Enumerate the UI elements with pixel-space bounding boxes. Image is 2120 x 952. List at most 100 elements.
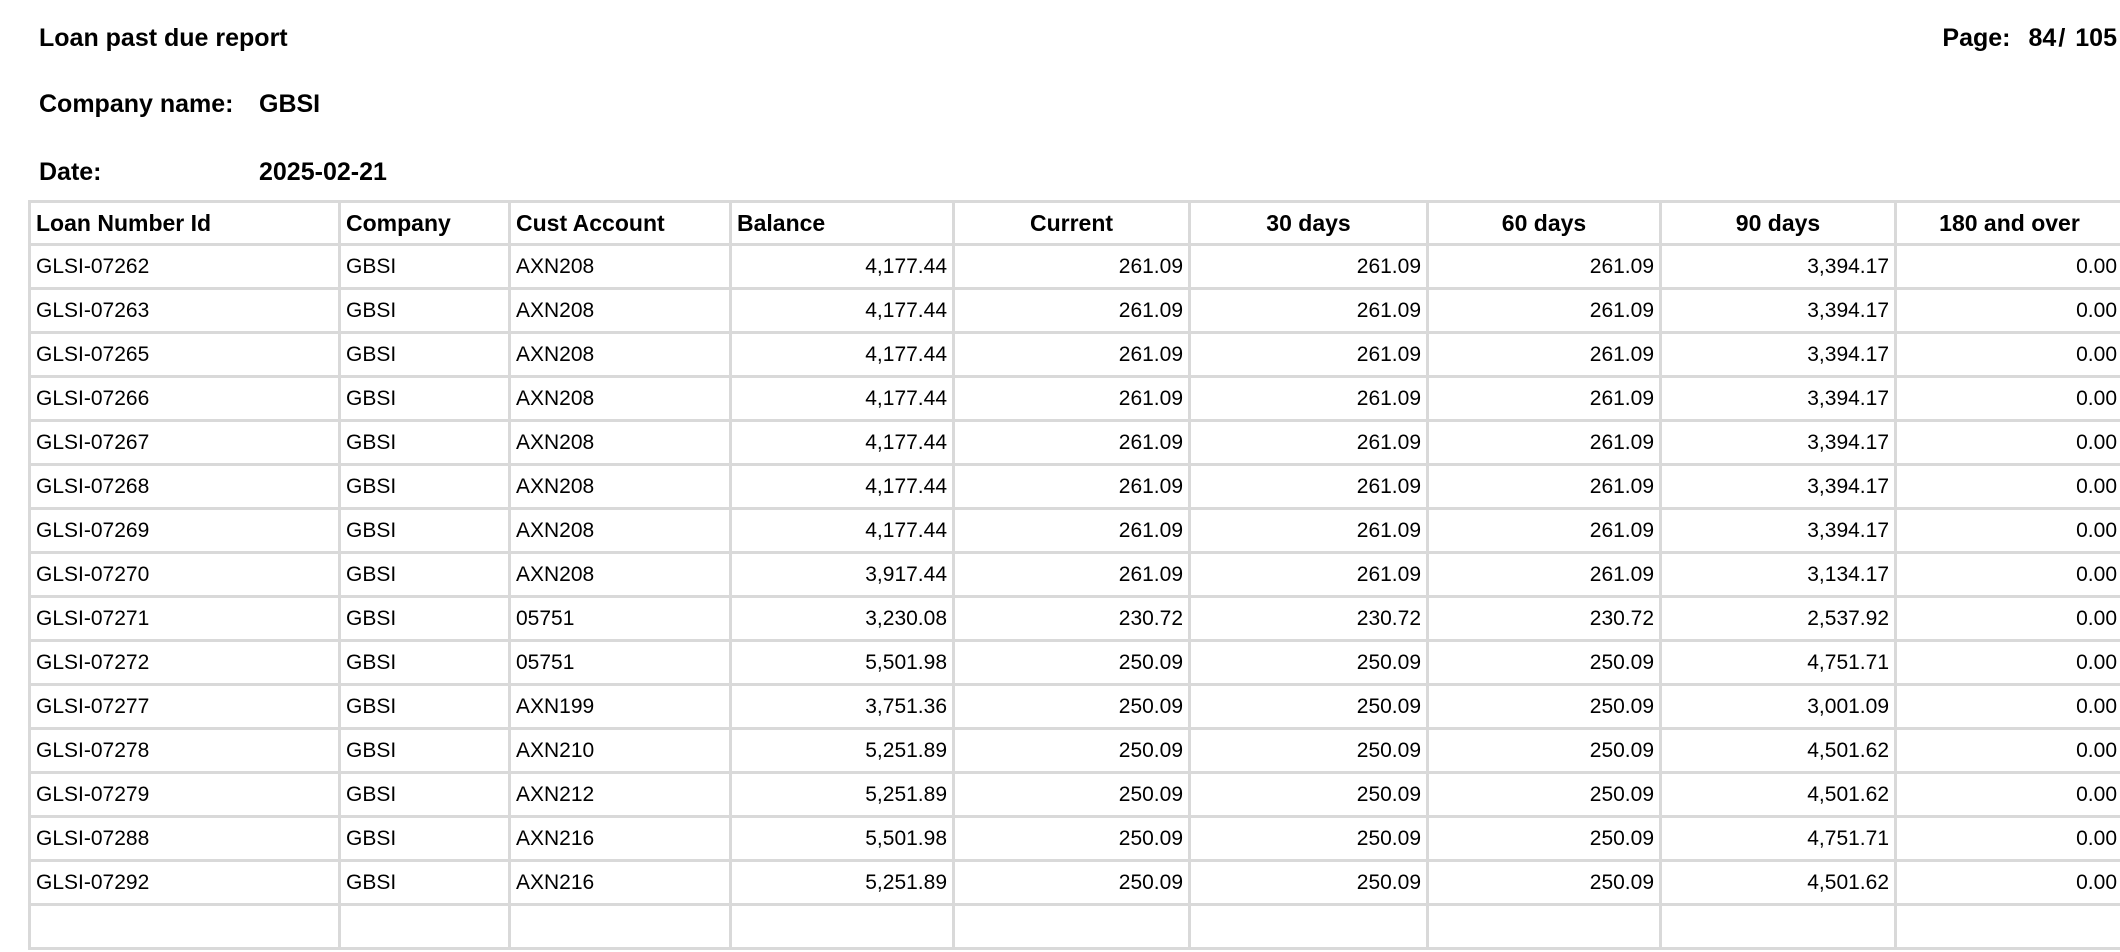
30-days-cell: 250.09 xyxy=(1188,859,1429,906)
loan-number-id-cell: GLSI-07277 xyxy=(28,683,341,730)
table-row: GLSI-07270 GBSI AXN208 3,917.44 261.09 261.09… xyxy=(28,551,2120,598)
60-days-cell: 250.09 xyxy=(1426,859,1662,906)
loan-number-id-cell: GLSI-07262 xyxy=(28,243,341,290)
table-row: GLSI-07292 GBSI AXN216 5,251.89 250.09 250.09… xyxy=(28,859,2120,906)
table-header-row: Loan Number Id Company Cust Account Bala… xyxy=(28,200,2120,246)
balance-cell: 3,751.36 xyxy=(729,683,955,730)
60-days-cell: 261.09 xyxy=(1426,375,1662,422)
company-cell: GBSI xyxy=(338,771,511,818)
180-and-over-cell: 0.00 xyxy=(1894,859,2120,906)
90-days-cell: 3,394.17 xyxy=(1659,287,1897,334)
loan-number-id-cell: GLSI-07292 xyxy=(28,859,341,906)
current-cell: 250.09 xyxy=(952,727,1191,774)
loan-number-id-cell: GLSI-07272 xyxy=(28,639,341,686)
current-cell: 261.09 xyxy=(952,287,1191,334)
current-cell: 261.09 xyxy=(952,331,1191,378)
cust-account-cell: AXN210 xyxy=(508,727,732,774)
page-current: 84 xyxy=(2028,24,2057,52)
30-days-cell: 261.09 xyxy=(1188,507,1429,554)
current-cell: 250.09 xyxy=(952,639,1191,686)
balance-cell: 4,177.44 xyxy=(729,375,955,422)
90-days-cell: 3,394.17 xyxy=(1659,243,1897,290)
30-days-cell: 250.09 xyxy=(1188,771,1429,818)
180-and-over-cell: 0.00 xyxy=(1894,771,2120,818)
180-and-over-cell: 0.00 xyxy=(1894,507,2120,554)
cust-account-cell: AXN208 xyxy=(508,551,732,598)
table-row: GLSI-07272 GBSI 05751 5,501.98 250.09 250.09 2… xyxy=(28,639,2120,686)
balance-cell: 4,177.44 xyxy=(729,507,955,554)
col-header-company: Company xyxy=(338,200,511,246)
company-cell: GBSI xyxy=(338,683,511,730)
col-header-balance: Balance xyxy=(729,200,955,246)
30-days-cell: 250.09 xyxy=(1188,727,1429,774)
company-cell: GBSI xyxy=(338,463,511,510)
cust-account-cell: AXN208 xyxy=(508,419,732,466)
180-and-over-cell: 0.00 xyxy=(1894,595,2120,642)
table-row: GLSI-07262 GBSI AXN208 4,177.44 261.09 261.09… xyxy=(28,243,2120,290)
page-separator: / xyxy=(2058,24,2066,52)
60-days-cell: 250.09 xyxy=(1426,639,1662,686)
company-cell: GBSI xyxy=(338,243,511,290)
company-cell: GBSI xyxy=(338,375,511,422)
table-row: GLSI-07268 GBSI AXN208 4,177.44 261.09 261.09… xyxy=(28,463,2120,510)
30-days-cell: 250.09 xyxy=(1188,639,1429,686)
company-name-value: GBSI xyxy=(259,90,321,118)
date-label: Date: xyxy=(39,158,102,186)
balance-cell xyxy=(729,903,955,950)
180-and-over-cell: 0.00 xyxy=(1894,815,2120,862)
balance-cell: 5,251.89 xyxy=(729,771,955,818)
balance-cell: 5,251.89 xyxy=(729,859,955,906)
table-row: GLSI-07263 GBSI AXN208 4,177.44 261.09 261.09… xyxy=(28,287,2120,334)
loan-number-id-cell: GLSI-07278 xyxy=(28,727,341,774)
current-cell: 261.09 xyxy=(952,375,1191,422)
table-row: GLSI-07278 GBSI AXN210 5,251.89 250.09 250.09… xyxy=(28,727,2120,774)
90-days-cell: 4,501.62 xyxy=(1659,771,1897,818)
60-days-cell: 261.09 xyxy=(1426,331,1662,378)
180-and-over-cell: 0.00 xyxy=(1894,463,2120,510)
col-header-loan-number-id: Loan Number Id xyxy=(28,200,341,246)
90-days-cell xyxy=(1659,903,1897,950)
loan-number-id-cell: GLSI-07268 xyxy=(28,463,341,510)
cust-account-cell: AXN216 xyxy=(508,815,732,862)
report-title: Loan past due report xyxy=(39,24,288,52)
60-days-cell: 261.09 xyxy=(1426,551,1662,598)
180-and-over-cell: 0.00 xyxy=(1894,683,2120,730)
current-cell xyxy=(952,903,1191,950)
loan-number-id-cell: GLSI-07267 xyxy=(28,419,341,466)
current-cell: 250.09 xyxy=(952,683,1191,730)
col-header-cust-account: Cust Account xyxy=(508,200,732,246)
cust-account-cell: AXN216 xyxy=(508,859,732,906)
60-days-cell: 261.09 xyxy=(1426,507,1662,554)
page-indicator: Page: 84/ 105 xyxy=(1942,24,2117,53)
loan-number-id-cell xyxy=(28,903,341,950)
60-days-cell: 261.09 xyxy=(1426,463,1662,510)
page-total: 105 xyxy=(2075,24,2117,52)
company-cell: GBSI xyxy=(338,507,511,554)
company-cell: GBSI xyxy=(338,639,511,686)
30-days-cell: 261.09 xyxy=(1188,551,1429,598)
col-header-60-days: 60 days xyxy=(1426,200,1662,246)
loan-number-id-cell: GLSI-07271 xyxy=(28,595,341,642)
cust-account-cell: AXN208 xyxy=(508,287,732,334)
table-row: GLSI-07271 GBSI 05751 3,230.08 230.72 230.72 2… xyxy=(28,595,2120,642)
30-days-cell: 261.09 xyxy=(1188,243,1429,290)
30-days-cell: 261.09 xyxy=(1188,287,1429,334)
cust-account-cell: AXN208 xyxy=(508,375,732,422)
balance-cell: 5,501.98 xyxy=(729,639,955,686)
90-days-cell: 3,394.17 xyxy=(1659,419,1897,466)
table-row: GLSI-07266 GBSI AXN208 4,177.44 261.09 261.09… xyxy=(28,375,2120,422)
col-header-30-days: 30 days xyxy=(1188,200,1429,246)
cust-account-cell: AXN212 xyxy=(508,771,732,818)
loan-number-id-cell: GLSI-07263 xyxy=(28,287,341,334)
30-days-cell: 261.09 xyxy=(1188,375,1429,422)
balance-cell: 4,177.44 xyxy=(729,463,955,510)
table-row: GLSI-07269 GBSI AXN208 4,177.44 261.09 261.09… xyxy=(28,507,2120,554)
180-and-over-cell: 0.00 xyxy=(1894,419,2120,466)
60-days-cell: 250.09 xyxy=(1426,771,1662,818)
30-days-cell: 261.09 xyxy=(1188,463,1429,510)
balance-cell: 4,177.44 xyxy=(729,243,955,290)
30-days-cell: 250.09 xyxy=(1188,815,1429,862)
col-header-current: Current xyxy=(952,200,1191,246)
90-days-cell: 4,751.71 xyxy=(1659,815,1897,862)
current-cell: 261.09 xyxy=(952,551,1191,598)
